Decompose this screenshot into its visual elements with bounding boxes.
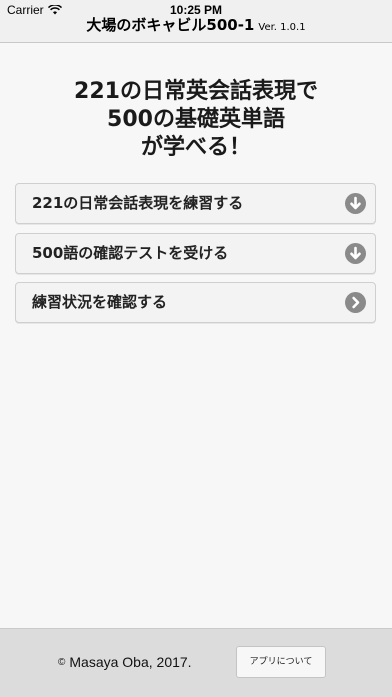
practice-status-button[interactable]: 練習状況を確認する — [15, 282, 376, 323]
copyright-icon: © — [58, 657, 66, 668]
arrow-down-circle-icon — [345, 243, 366, 264]
about-app-button[interactable]: アプリについて — [236, 646, 326, 678]
practice-expressions-button[interactable]: 221の日常会話表現を練習する — [15, 183, 376, 224]
headline: 221の日常英会話表現で 500の基礎英単語 が学べる！ — [0, 78, 392, 162]
app-version: Ver. 1.0.1 — [258, 22, 306, 33]
headline-line-2: 500の基礎英単語 — [107, 107, 285, 132]
practice-expressions-label: 221の日常会話表現を練習する — [32, 194, 244, 212]
footer: © Masaya Oba, 2017. アプリについて — [0, 628, 392, 697]
copyright: © Masaya Oba, 2017. — [58, 654, 192, 670]
headline-line-1: 221の日常英会話表現で — [74, 79, 318, 104]
chevron-right-circle-icon — [345, 292, 366, 313]
vocabulary-test-button[interactable]: 500語の確認テストを受ける — [15, 233, 376, 274]
navigation-bar: Carrier 10:25 PM 大場のボキャビル500-1 Ver. 1.0.1 — [0, 0, 392, 43]
practice-status-label: 練習状況を確認する — [32, 293, 168, 311]
app-title: 大場のボキャビル500-1 — [86, 16, 255, 34]
page-title: 大場のボキャビル500-1 Ver. 1.0.1 — [0, 14, 392, 35]
copyright-text: Masaya Oba, 2017. — [69, 654, 192, 670]
headline-line-3: が学べる！ — [140, 135, 251, 160]
arrow-down-circle-icon — [345, 193, 366, 214]
vocabulary-test-label: 500語の確認テストを受ける — [32, 244, 229, 262]
